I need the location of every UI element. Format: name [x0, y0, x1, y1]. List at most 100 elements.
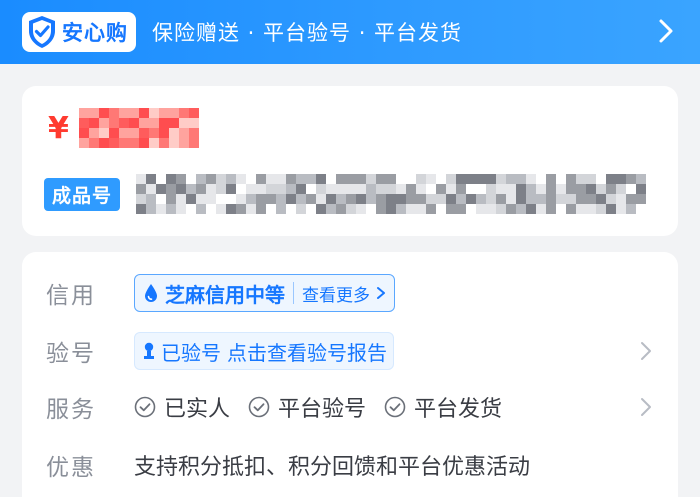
- mosaic-pixel: [366, 184, 377, 194]
- mosaic-pixel: [406, 194, 417, 204]
- chevron-right-icon[interactable]: [640, 341, 652, 361]
- service-label: 服务: [46, 397, 96, 423]
- mosaic-pixel: [616, 194, 627, 204]
- service-item-label: 平台验号: [278, 397, 367, 422]
- mosaic-pixel: [176, 174, 187, 184]
- mosaic-pixel: [296, 194, 307, 204]
- mosaic-pixel: [178, 118, 189, 128]
- mosaic-pixel: [336, 194, 347, 204]
- mosaic-pixel: [476, 194, 487, 204]
- verify-row[interactable]: 验号 已验号 点击查看验号报告: [46, 332, 654, 370]
- mosaic-pixel: [586, 184, 597, 194]
- mosaic-pixel: [186, 184, 197, 194]
- credit-level: 芝麻信用中等: [165, 282, 285, 307]
- mosaic-pixel: [556, 204, 567, 214]
- mosaic-pixel: [536, 184, 547, 194]
- mosaic-pixel: [596, 174, 607, 184]
- mosaic-pixel: [436, 174, 447, 184]
- mosaic-pixel: [486, 194, 497, 204]
- mosaic-pixel: [168, 118, 179, 128]
- check-circle-icon: [248, 396, 270, 418]
- mosaic-pixel: [446, 204, 457, 214]
- mosaic-pixel: [148, 128, 159, 138]
- mosaic-pixel: [178, 138, 189, 148]
- mosaic-pixel: [566, 184, 577, 194]
- mosaic-pixel: [146, 174, 157, 184]
- service-item-platform-verify: 平台验号: [248, 391, 366, 423]
- mosaic-pixel: [586, 174, 597, 184]
- mosaic-pixel: [276, 194, 287, 204]
- mosaic-pixel: [496, 204, 507, 214]
- credit-divider: [293, 282, 294, 304]
- chevron-right-icon[interactable]: [640, 397, 652, 417]
- mosaic-pixel: [206, 194, 217, 204]
- mosaic-pixel: [216, 174, 227, 184]
- mosaic-pixel: [326, 204, 337, 214]
- top-banner[interactable]: 安心购 保险赠送 · 平台验号 · 平台发货: [0, 0, 700, 64]
- mosaic-pixel: [456, 194, 467, 204]
- mosaic-pixel: [606, 184, 617, 194]
- mosaic-pixel: [586, 204, 597, 214]
- mosaic-pixel: [266, 174, 277, 184]
- mosaic-pixel: [88, 128, 99, 138]
- mosaic-pixel: [148, 138, 159, 148]
- mosaic-pixel: [366, 174, 377, 184]
- mosaic-pixel: [296, 204, 307, 214]
- mosaic-pixel: [396, 174, 407, 184]
- mosaic-pixel: [556, 184, 567, 194]
- mosaic-pixel: [386, 174, 397, 184]
- mosaic-pixel: [158, 108, 169, 118]
- mosaic-pixel: [486, 204, 497, 214]
- mosaic-pixel: [626, 204, 637, 214]
- mosaic-pixel: [108, 128, 119, 138]
- mosaic-pixel: [316, 204, 327, 214]
- verify-report-link[interactable]: 点击查看验号报告: [227, 337, 387, 366]
- mosaic-pixel: [188, 138, 199, 148]
- mosaic-pixel: [156, 184, 167, 194]
- mosaic-pixel: [146, 204, 157, 214]
- chevron-right-icon[interactable]: [658, 18, 674, 44]
- mosaic-pixel: [158, 138, 169, 148]
- verify-badge[interactable]: 已验号 点击查看验号报告: [134, 332, 394, 370]
- mosaic-pixel: [118, 118, 129, 128]
- mosaic-pixel: [158, 128, 169, 138]
- mosaic-pixel: [78, 138, 89, 148]
- mosaic-pixel: [226, 194, 237, 204]
- mosaic-pixel: [186, 194, 197, 204]
- mosaic-pixel: [296, 184, 307, 194]
- mosaic-pixel: [576, 204, 587, 214]
- mosaic-pixel: [426, 184, 437, 194]
- mosaic-pixel: [346, 174, 357, 184]
- mosaic-pixel: [566, 194, 577, 204]
- mosaic-pixel: [98, 108, 109, 118]
- mosaic-pixel: [108, 138, 119, 148]
- mosaic-pixel: [356, 194, 367, 204]
- mosaic-pixel: [188, 118, 199, 128]
- credit-badge[interactable]: 芝麻信用中等 查看更多: [134, 274, 395, 312]
- mosaic-pixel: [356, 184, 367, 194]
- mosaic-pixel: [346, 184, 357, 194]
- mosaic-pixel: [118, 108, 129, 118]
- mosaic-pixel: [636, 194, 647, 204]
- mosaic-pixel: [616, 174, 627, 184]
- mosaic-pixel: [446, 184, 457, 194]
- product-tag: 成品号: [44, 177, 121, 211]
- mosaic-pixel: [456, 204, 467, 214]
- service-item-verified-identity: 已实人: [134, 391, 230, 423]
- credit-more-link[interactable]: 查看更多: [302, 281, 370, 306]
- mosaic-pixel: [196, 204, 207, 214]
- mosaic-pixel: [146, 184, 157, 194]
- mosaic-pixel: [316, 174, 327, 184]
- mosaic-pixel: [206, 204, 217, 214]
- mosaic-pixel: [636, 174, 647, 184]
- mosaic-pixel: [526, 184, 537, 194]
- mosaic-pixel: [536, 174, 547, 184]
- mosaic-pixel: [196, 194, 207, 204]
- mosaic-pixel: [246, 194, 257, 204]
- service-row[interactable]: 服务 已实人 平台验号 平台发货: [46, 390, 654, 424]
- mosaic-pixel: [416, 194, 427, 204]
- mosaic-pixel: [466, 194, 477, 204]
- mosaic-pixel: [276, 174, 287, 184]
- mosaic-pixel: [486, 184, 497, 194]
- mosaic-pixel: [166, 184, 177, 194]
